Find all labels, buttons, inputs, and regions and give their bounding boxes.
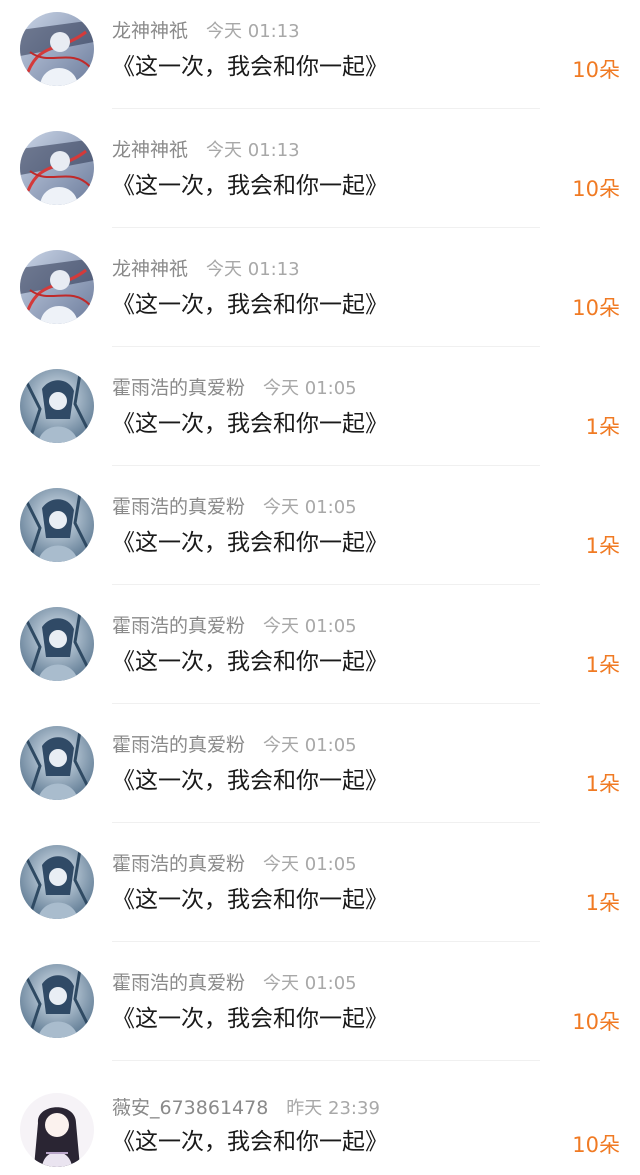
list-item[interactable]: 霍雨浩的真爱粉 今天 01:05 《这一次，我会和你一起》 1朵 [0, 833, 640, 952]
list-item[interactable]: 霍雨浩的真爱粉 今天 01:05 《这一次，我会和你一起》 1朵 [0, 714, 640, 833]
username[interactable]: 霍雨浩的真爱粉 [112, 853, 245, 875]
meta-line: 龙神神祇 今天 01:13 [112, 18, 300, 44]
username[interactable]: 薇安_673861478 [112, 1097, 268, 1119]
timestamp: 今天 01:13 [206, 140, 300, 161]
username[interactable]: 霍雨浩的真爱粉 [112, 377, 245, 399]
avatar[interactable] [20, 1093, 94, 1167]
avatar[interactable] [20, 12, 94, 86]
gift-message: 《这一次，我会和你一起》 [112, 649, 388, 675]
vian-avatar-icon [20, 1093, 94, 1167]
divider [112, 465, 540, 466]
dragon-god-avatar-icon [20, 12, 94, 86]
flower-count: 10朵 [572, 1133, 620, 1157]
meta-line: 龙神神祇 今天 01:13 [112, 256, 300, 282]
divider [112, 1060, 540, 1061]
flower-count: 1朵 [585, 415, 620, 439]
username[interactable]: 霍雨浩的真爱粉 [112, 615, 245, 637]
fan-avatar-icon [20, 726, 94, 800]
avatar[interactable] [20, 726, 94, 800]
list-item[interactable]: 霍雨浩的真爱粉 今天 01:05 《这一次，我会和你一起》 1朵 [0, 595, 640, 714]
gift-message: 《这一次，我会和你一起》 [112, 411, 388, 437]
gift-message: 《这一次，我会和你一起》 [112, 292, 388, 318]
fan-avatar-icon [20, 607, 94, 681]
meta-line: 霍雨浩的真爱粉 今天 01:05 [112, 375, 357, 401]
avatar[interactable] [20, 845, 94, 919]
timestamp: 今天 01:05 [263, 854, 357, 875]
gift-message: 《这一次，我会和你一起》 [112, 1129, 388, 1155]
timestamp: 昨天 23:39 [286, 1098, 380, 1119]
gift-message: 《这一次，我会和你一起》 [112, 887, 388, 913]
meta-line: 霍雨浩的真爱粉 今天 01:05 [112, 494, 357, 520]
meta-line: 龙神神祇 今天 01:13 [112, 137, 300, 163]
divider [112, 822, 540, 823]
gift-message: 《这一次，我会和你一起》 [112, 173, 388, 199]
gift-message: 《这一次，我会和你一起》 [112, 54, 388, 80]
gift-message: 《这一次，我会和你一起》 [112, 768, 388, 794]
flower-count: 10朵 [572, 296, 620, 320]
avatar[interactable] [20, 131, 94, 205]
timestamp: 今天 01:05 [263, 378, 357, 399]
fan-avatar-icon [20, 369, 94, 443]
timestamp: 今天 01:05 [263, 616, 357, 637]
timestamp: 今天 01:05 [263, 497, 357, 518]
meta-line: 霍雨浩的真爱粉 今天 01:05 [112, 851, 357, 877]
username[interactable]: 龙神神祇 [112, 258, 188, 280]
meta-line: 薇安_673861478 昨天 23:39 [112, 1095, 380, 1121]
list-item[interactable]: 龙神神祇 今天 01:13 《这一次，我会和你一起》 10朵 [0, 119, 640, 238]
list-item[interactable]: 薇安_673861478 昨天 23:39 《这一次，我会和你一起》 10朵 [0, 1071, 640, 1175]
timestamp: 今天 01:13 [206, 259, 300, 280]
flower-count: 10朵 [572, 58, 620, 82]
fan-avatar-icon [20, 845, 94, 919]
divider [112, 703, 540, 704]
list-item[interactable]: 霍雨浩的真爱粉 今天 01:05 《这一次，我会和你一起》 10朵 [0, 952, 640, 1071]
username[interactable]: 龙神神祇 [112, 139, 188, 161]
timestamp: 今天 01:13 [206, 21, 300, 42]
timestamp: 今天 01:05 [263, 973, 357, 994]
gift-message: 《这一次，我会和你一起》 [112, 530, 388, 556]
dragon-god-avatar-icon [20, 250, 94, 324]
username[interactable]: 霍雨浩的真爱粉 [112, 972, 245, 994]
avatar[interactable] [20, 488, 94, 562]
username[interactable]: 霍雨浩的真爱粉 [112, 496, 245, 518]
fan-avatar-icon [20, 964, 94, 1038]
meta-line: 霍雨浩的真爱粉 今天 01:05 [112, 613, 357, 639]
divider [112, 346, 540, 347]
list-item[interactable]: 霍雨浩的真爱粉 今天 01:05 《这一次，我会和你一起》 1朵 [0, 357, 640, 476]
meta-line: 霍雨浩的真爱粉 今天 01:05 [112, 732, 357, 758]
avatar[interactable] [20, 250, 94, 324]
flower-count: 10朵 [572, 177, 620, 201]
divider [112, 584, 540, 585]
dragon-god-avatar-icon [20, 131, 94, 205]
flower-count: 1朵 [585, 653, 620, 677]
meta-line: 霍雨浩的真爱粉 今天 01:05 [112, 970, 357, 996]
divider [112, 941, 540, 942]
list-item[interactable]: 龙神神祇 今天 01:13 《这一次，我会和你一起》 10朵 [0, 0, 640, 119]
username[interactable]: 龙神神祇 [112, 20, 188, 42]
timestamp: 今天 01:05 [263, 735, 357, 756]
avatar[interactable] [20, 369, 94, 443]
list-item[interactable]: 龙神神祇 今天 01:13 《这一次，我会和你一起》 10朵 [0, 238, 640, 357]
fan-avatar-icon [20, 488, 94, 562]
username[interactable]: 霍雨浩的真爱粉 [112, 734, 245, 756]
divider [112, 227, 540, 228]
avatar[interactable] [20, 964, 94, 1038]
flower-count: 1朵 [585, 534, 620, 558]
list-item[interactable]: 霍雨浩的真爱粉 今天 01:05 《这一次，我会和你一起》 1朵 [0, 476, 640, 595]
divider [112, 108, 540, 109]
flower-count: 1朵 [585, 772, 620, 796]
gift-message: 《这一次，我会和你一起》 [112, 1006, 388, 1032]
flower-count: 1朵 [585, 891, 620, 915]
flower-count: 10朵 [572, 1010, 620, 1034]
avatar[interactable] [20, 607, 94, 681]
